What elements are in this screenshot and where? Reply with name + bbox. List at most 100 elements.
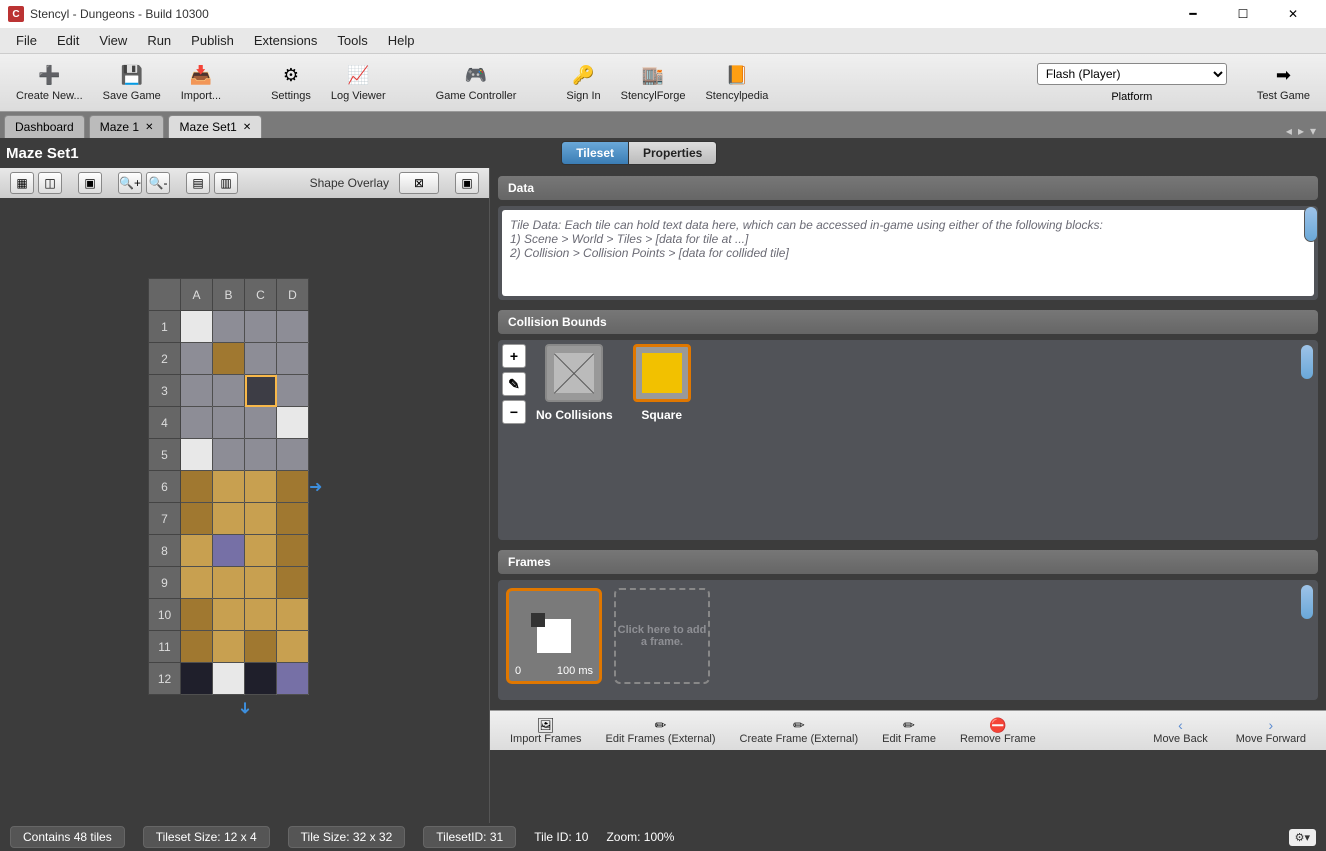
frames-section: 0 100 ms Click here to add a frame. bbox=[498, 580, 1318, 700]
shape-overlay-x-icon[interactable]: ⊠ bbox=[399, 172, 439, 194]
status-tileset-size: Tileset Size: 12 x 4 bbox=[143, 826, 270, 848]
pencil-out-icon: ✏ bbox=[655, 717, 667, 733]
zoom-in-icon[interactable]: 🔍+ bbox=[118, 172, 142, 194]
main-toolbar: ➕Create New... 💾Save Game 📥Import... ⚙Se… bbox=[0, 54, 1326, 112]
remove-frame-button[interactable]: ⛔Remove Frame bbox=[948, 717, 1048, 745]
tabs-next-icon[interactable]: ▸ bbox=[1298, 124, 1304, 138]
menu-tools[interactable]: Tools bbox=[327, 29, 377, 52]
shape-overlay-label: Shape Overlay bbox=[310, 176, 389, 190]
selected-tile[interactable] bbox=[245, 375, 277, 407]
tile-data-textbox[interactable]: Tile Data: Each tile can hold text data … bbox=[502, 210, 1314, 296]
menu-view[interactable]: View bbox=[89, 29, 137, 52]
tiles-view-icon[interactable]: ▣ bbox=[78, 172, 102, 194]
select-all-icon[interactable]: ◫ bbox=[38, 172, 62, 194]
scrollbar[interactable] bbox=[1304, 206, 1318, 242]
menu-run[interactable]: Run bbox=[137, 29, 181, 52]
import-button[interactable]: 📥Import... bbox=[171, 60, 231, 106]
window-title: Stencyl - Dungeons - Build 10300 bbox=[30, 7, 1178, 21]
status-tileset-id: TilesetID: 31 bbox=[423, 826, 516, 848]
app-icon: C bbox=[8, 6, 24, 22]
page-header: Maze Set1 Tileset Properties bbox=[0, 138, 1326, 168]
status-tile-size: Tile Size: 32 x 32 bbox=[288, 826, 406, 848]
log-viewer-button[interactable]: 📈Log Viewer bbox=[321, 60, 396, 106]
move-back-button[interactable]: ‹Move Back bbox=[1141, 717, 1219, 745]
stencylforge-button[interactable]: 🏬StencylForge bbox=[611, 60, 696, 106]
section-header-data: Data bbox=[498, 176, 1318, 200]
close-icon[interactable]: ✕ bbox=[243, 122, 251, 133]
close-icon[interactable]: ✕ bbox=[145, 122, 153, 133]
grid-icon[interactable]: ▤ bbox=[186, 172, 210, 194]
status-zoom: Zoom: 100% bbox=[606, 830, 674, 844]
menubar: File Edit View Run Publish Extensions To… bbox=[0, 28, 1326, 54]
scrollbar[interactable] bbox=[1300, 344, 1314, 380]
tab-dashboard[interactable]: Dashboard bbox=[4, 115, 85, 138]
create-frame-external-button[interactable]: ✏Create Frame (External) bbox=[728, 717, 871, 745]
tab-properties[interactable]: Properties bbox=[629, 141, 717, 165]
status-settings-button[interactable]: ⚙▾ bbox=[1289, 829, 1316, 846]
platform-label: Platform bbox=[1111, 91, 1152, 103]
section-header-collision: Collision Bounds bbox=[498, 310, 1318, 334]
tab-maze-set1[interactable]: Maze Set1✕ bbox=[168, 115, 262, 138]
chevron-right-icon: › bbox=[1269, 717, 1274, 733]
save-game-button[interactable]: 💾Save Game bbox=[93, 60, 171, 106]
menu-extensions[interactable]: Extensions bbox=[244, 29, 328, 52]
scrollbar[interactable] bbox=[1300, 584, 1314, 620]
close-button[interactable]: ✕ bbox=[1278, 4, 1308, 24]
tabbar: Dashboard Maze 1✕ Maze Set1✕ ◂ ▸ ▾ bbox=[0, 112, 1326, 138]
menu-publish[interactable]: Publish bbox=[181, 29, 244, 52]
pencil-icon: ✏ bbox=[903, 717, 915, 733]
menu-help[interactable]: Help bbox=[378, 29, 425, 52]
sign-in-button[interactable]: 🔑Sign In bbox=[556, 60, 610, 106]
test-game-button[interactable]: ➡Test Game bbox=[1247, 60, 1320, 106]
pencil-plus-icon: ✏ bbox=[793, 717, 805, 733]
shape-overlay-box-icon[interactable]: ▣ bbox=[455, 172, 479, 194]
key-icon: 🔑 bbox=[572, 64, 596, 88]
tileset-canvas[interactable]: ABCD 1 2 3 4 5 6➜ 7 8 9 10 11 12 ➜ bbox=[0, 198, 489, 823]
select-region-icon[interactable]: ▦ bbox=[10, 172, 34, 194]
tabs-dropdown-icon[interactable]: ▾ bbox=[1310, 124, 1316, 138]
remove-collision-button[interactable]: − bbox=[502, 400, 526, 424]
zoom-out-icon[interactable]: 🔍- bbox=[146, 172, 170, 194]
add-frame-button[interactable]: Click here to add a frame. bbox=[614, 588, 710, 684]
arrow-right-icon: ➜ bbox=[309, 479, 322, 496]
frame-thumbnail bbox=[537, 619, 571, 653]
tile-grid: ABCD 1 2 3 4 5 6➜ 7 8 9 10 11 12 bbox=[148, 278, 341, 695]
controller-icon: 🎮 bbox=[464, 64, 488, 88]
game-controller-button[interactable]: 🎮Game Controller bbox=[426, 60, 527, 106]
numbers-icon[interactable]: ▥ bbox=[214, 172, 238, 194]
plus-icon: ➕ bbox=[37, 64, 61, 88]
tab-maze-1[interactable]: Maze 1✕ bbox=[89, 115, 165, 138]
edit-frame-button[interactable]: ✏Edit Frame bbox=[870, 717, 948, 745]
menu-edit[interactable]: Edit bbox=[47, 29, 89, 52]
titlebar: C Stencyl - Dungeons - Build 10300 ━ ☐ ✕ bbox=[0, 0, 1326, 28]
minimize-button[interactable]: ━ bbox=[1178, 4, 1208, 24]
import-frames-button[interactable]: 🖼Import Frames bbox=[498, 717, 594, 745]
import-icon: 📥 bbox=[189, 64, 213, 88]
maximize-button[interactable]: ☐ bbox=[1228, 4, 1258, 24]
collision-none[interactable]: No Collisions bbox=[536, 344, 613, 422]
import-icon: 🖼 bbox=[537, 717, 555, 733]
statusbar: Contains 48 tiles Tileset Size: 12 x 4 T… bbox=[0, 823, 1326, 851]
tabs-prev-icon[interactable]: ◂ bbox=[1286, 124, 1292, 138]
status-tiles: Contains 48 tiles bbox=[10, 826, 125, 848]
settings-button[interactable]: ⚙Settings bbox=[261, 60, 321, 106]
page-title: Maze Set1 bbox=[6, 145, 79, 162]
create-new-button[interactable]: ➕Create New... bbox=[6, 60, 93, 106]
gear-icon: ⚙ bbox=[279, 64, 303, 88]
right-panel: Data Tile Data: Each tile can hold text … bbox=[490, 168, 1326, 823]
edit-collision-button[interactable]: ✎ bbox=[502, 372, 526, 396]
tab-tileset[interactable]: Tileset bbox=[561, 141, 629, 165]
frame-0[interactable]: 0 100 ms bbox=[506, 588, 602, 684]
minus-circle-icon: ⛔ bbox=[989, 717, 1006, 733]
move-forward-button[interactable]: ›Move Forward bbox=[1224, 717, 1318, 745]
data-section: Tile Data: Each tile can hold text data … bbox=[498, 206, 1318, 300]
edit-frames-external-button[interactable]: ✏Edit Frames (External) bbox=[594, 717, 728, 745]
collision-square[interactable]: Square bbox=[633, 344, 691, 422]
left-panel: ▦ ◫ ▣ 🔍+ 🔍- ▤ ▥ Shape Overlay ⊠ ▣ ABCD 1… bbox=[0, 168, 490, 823]
add-collision-button[interactable]: + bbox=[502, 344, 526, 368]
menu-file[interactable]: File bbox=[6, 29, 47, 52]
platform-select[interactable]: Flash (Player) bbox=[1037, 63, 1227, 85]
store-icon: 🏬 bbox=[641, 64, 665, 88]
collision-section: + ✎ − No Collisions Square bbox=[498, 340, 1318, 540]
stencylpedia-button[interactable]: 📙Stencylpedia bbox=[695, 60, 778, 106]
